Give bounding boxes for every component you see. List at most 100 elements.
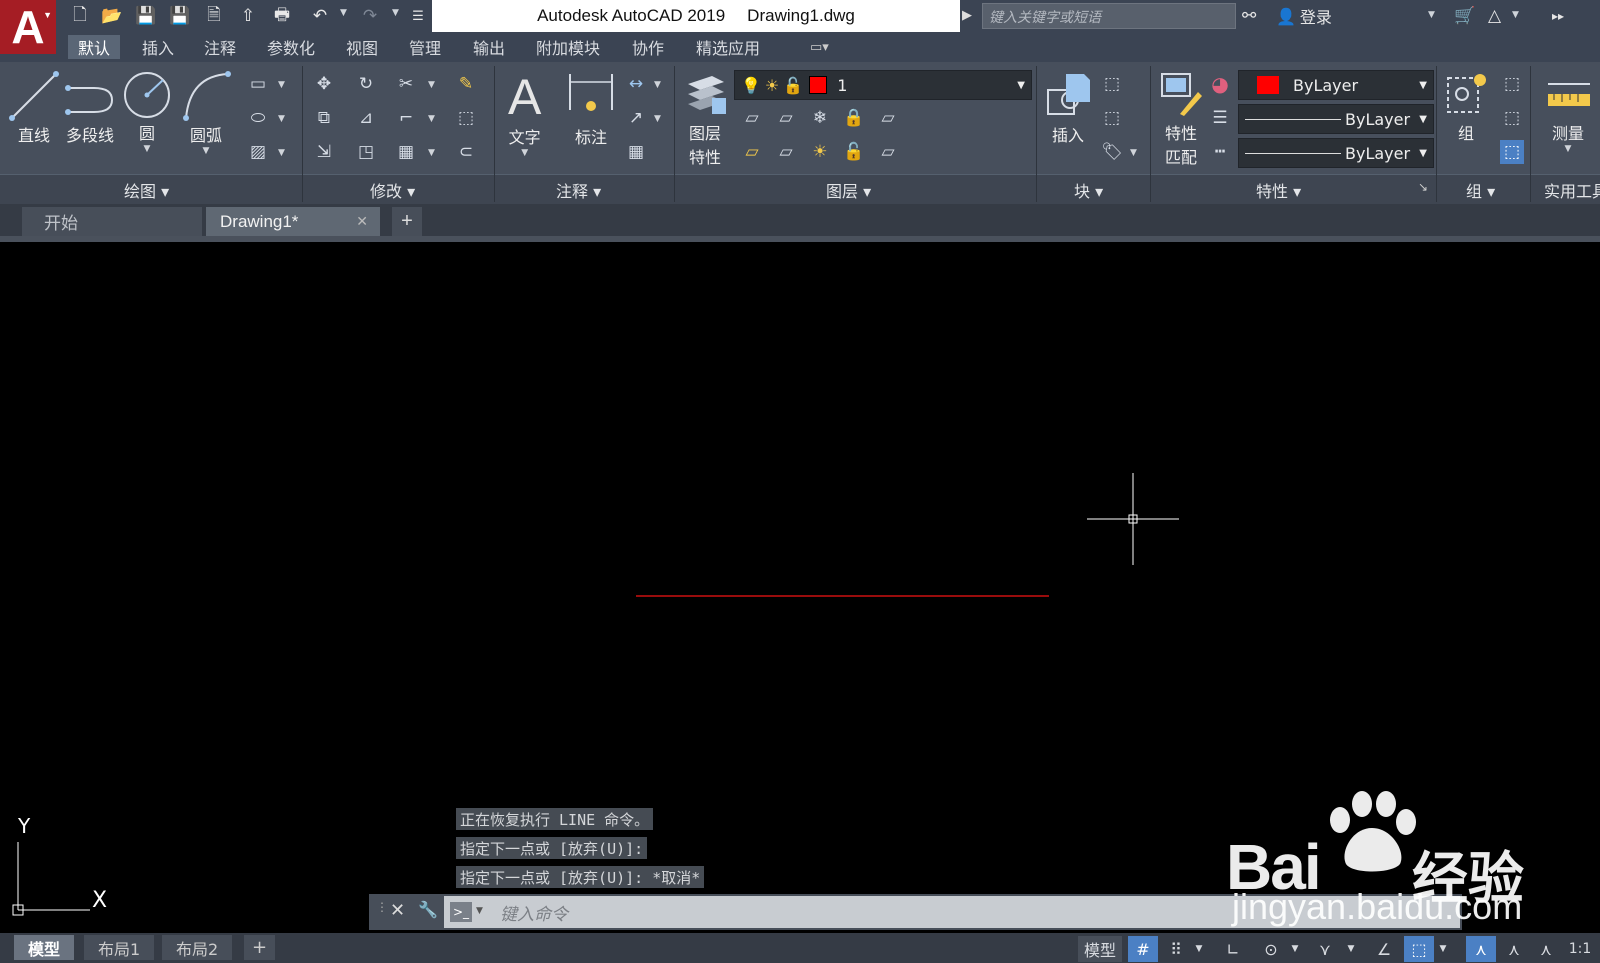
model-space-toggle[interactable]: 模型: [1078, 936, 1122, 962]
a360-dropdown-icon[interactable]: ▼: [1512, 10, 1519, 20]
tab-default[interactable]: 默认: [68, 35, 121, 59]
chevron-down-icon[interactable]: ▼: [278, 80, 285, 90]
more-icon[interactable]: ▸▸: [1552, 4, 1564, 28]
color-dropdown[interactable]: ByLayer ▼: [1238, 70, 1434, 100]
annotation-scale-icon[interactable]: ⋏: [1532, 936, 1560, 962]
tab-parametric[interactable]: 参数化: [257, 35, 325, 59]
tab-annotate[interactable]: 注释: [194, 35, 246, 59]
layer-unlock-icon[interactable]: 🔓: [842, 140, 866, 164]
copy-icon[interactable]: ⧉: [312, 106, 336, 130]
chevron-down-icon[interactable]: ▼: [278, 148, 285, 158]
tab-start[interactable]: 开始: [22, 207, 202, 236]
trim-icon[interactable]: ✂: [394, 72, 418, 96]
open-folder-icon[interactable]: 📂: [100, 4, 124, 28]
close-command-icon[interactable]: ✕: [390, 900, 405, 921]
a360-icon[interactable]: △: [1488, 4, 1501, 28]
panel-title-utilities[interactable]: 实用工具: [1544, 178, 1600, 202]
command-prompt-icon[interactable]: >_: [450, 902, 472, 922]
chevron-down-icon[interactable]: ▼: [1192, 936, 1206, 962]
ungroup-icon[interactable]: ⬚: [1500, 72, 1524, 96]
layer-unisolate-icon[interactable]: ⏥: [774, 140, 798, 164]
panel-title-draw[interactable]: 绘图 ▾: [124, 178, 169, 202]
save-as-icon[interactable]: 💾: [168, 4, 192, 28]
match-layer-icon[interactable]: ⏥: [876, 140, 900, 164]
login-dropdown-icon[interactable]: ▼: [1428, 10, 1435, 20]
chevron-down-icon[interactable]: ▼: [654, 80, 661, 90]
mirror-icon[interactable]: ⊿: [354, 106, 378, 130]
polar-tracking-icon[interactable]: ⊙: [1256, 936, 1286, 962]
chevron-down-icon[interactable]: ▼: [476, 906, 483, 916]
panel-title-modify[interactable]: 修改 ▾: [370, 178, 415, 202]
scale-icon[interactable]: ◳: [354, 140, 378, 164]
chevron-down-icon[interactable]: ▼: [521, 148, 528, 158]
hatch-icon[interactable]: ▨: [246, 140, 270, 164]
panel-title-block[interactable]: 块 ▾: [1074, 178, 1103, 202]
grid-icon[interactable]: #: [1128, 936, 1158, 962]
tab-view[interactable]: 视图: [336, 35, 388, 59]
ortho-icon[interactable]: ∟: [1220, 936, 1246, 962]
annotation-scale-value[interactable]: 1:1: [1562, 936, 1598, 962]
dimension-button[interactable]: 标注: [566, 70, 616, 148]
group-button[interactable]: 组: [1444, 70, 1488, 144]
group-edit-icon[interactable]: ⬚: [1500, 106, 1524, 130]
panel-title-properties[interactable]: 特性 ▾: [1256, 178, 1301, 202]
tab-featured-apps[interactable]: 精选应用: [686, 35, 770, 59]
add-layout-button[interactable]: +: [244, 935, 276, 960]
chevron-down-icon[interactable]: ▼: [428, 148, 435, 158]
lineweight-icon[interactable]: ☰: [1208, 106, 1232, 130]
group-selection-icon[interactable]: ⬚: [1500, 140, 1524, 164]
chevron-down-icon[interactable]: ▼: [654, 114, 661, 124]
customize-toolbar-icon[interactable]: ☰: [406, 4, 430, 28]
object-snap-icon[interactable]: ⬚: [1404, 936, 1434, 962]
layer-dropdown[interactable]: 💡 ☀ 🔓 1 ▼: [734, 70, 1032, 100]
ellipse-icon[interactable]: ⬭: [246, 106, 270, 130]
leader-icon[interactable]: ↗: [624, 106, 648, 130]
new-file-icon[interactable]: 🗋: [68, 4, 92, 28]
chevron-down-icon[interactable]: ▼: [1436, 936, 1450, 962]
chevron-down-icon[interactable]: ▼: [203, 146, 210, 156]
rectangle-icon[interactable]: ▭: [246, 72, 270, 96]
login-button[interactable]: 👤 登录: [1276, 4, 1332, 28]
chevron-down-icon[interactable]: ▼: [428, 80, 435, 90]
circle-button[interactable]: 圆 ▼: [122, 70, 172, 154]
stretch-icon[interactable]: ⇲: [312, 140, 336, 164]
ribbon-display-toggle-icon[interactable]: ▭▾: [810, 40, 829, 55]
layer-off-icon[interactable]: ⏥: [740, 106, 764, 130]
offset-icon[interactable]: ⊂: [454, 140, 478, 164]
panel-title-groups[interactable]: 组 ▾: [1466, 178, 1495, 202]
lineweight-dropdown[interactable]: ByLayer ▼: [1238, 104, 1434, 134]
save-web-icon[interactable]: ⇧: [236, 4, 260, 28]
panel-launcher-icon[interactable]: ↘: [1418, 180, 1428, 194]
match-properties-button[interactable]: 特性 匹配: [1158, 70, 1204, 168]
layer-lock-icon[interactable]: 🔒: [842, 106, 866, 130]
polyline-button[interactable]: 多段线: [64, 70, 116, 146]
isodraft-icon[interactable]: ⋎: [1310, 936, 1340, 962]
layer-on-icon[interactable]: ⏥: [740, 140, 764, 164]
expand-search-icon[interactable]: ▶: [962, 8, 972, 23]
chevron-down-icon[interactable]: ▼: [144, 144, 151, 154]
tab-output[interactable]: 输出: [463, 35, 515, 59]
drag-handle-icon[interactable]: ⋮: [376, 900, 388, 914]
tab-drawing1[interactable]: Drawing1* ✕: [206, 207, 380, 236]
color-wheel-icon[interactable]: ◕: [1208, 72, 1232, 96]
move-icon[interactable]: ✥: [312, 72, 336, 96]
line-button[interactable]: 直线: [8, 70, 60, 146]
chevron-down-icon[interactable]: ▼: [1288, 936, 1302, 962]
snap-icon[interactable]: ⠿: [1162, 936, 1190, 962]
table-icon[interactable]: ▦: [624, 140, 648, 164]
tab-collaborate[interactable]: 协作: [622, 35, 674, 59]
tab-addins[interactable]: 附加模块: [526, 35, 610, 59]
linetype-icon[interactable]: ┅: [1208, 140, 1232, 164]
close-icon[interactable]: ✕: [356, 213, 368, 230]
measure-button[interactable]: 测量 ▼: [1544, 70, 1592, 154]
redo-icon[interactable]: ↷: [358, 4, 382, 28]
new-tab-button[interactable]: +: [392, 207, 422, 236]
undo-dropdown-icon[interactable]: ▼: [340, 8, 347, 18]
chevron-down-icon[interactable]: ▼: [278, 114, 285, 124]
tab-manage[interactable]: 管理: [399, 35, 451, 59]
fillet-icon[interactable]: ⌐: [394, 106, 418, 130]
search-input[interactable]: 键入关键字或短语: [982, 3, 1236, 29]
undo-icon[interactable]: ↶: [308, 4, 332, 28]
object-snap-tracking-icon[interactable]: ∠: [1370, 936, 1398, 962]
chevron-down-icon[interactable]: ▼: [1344, 936, 1358, 962]
